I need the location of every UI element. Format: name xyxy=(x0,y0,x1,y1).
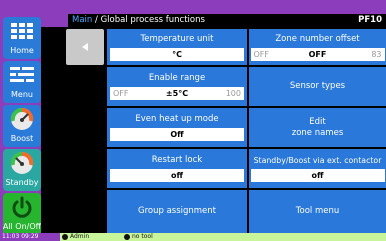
range-max: 83 xyxy=(371,49,382,59)
value-text: off xyxy=(311,171,324,180)
standby-boost-value[interactable]: off xyxy=(250,169,385,182)
value-text: ±5°C xyxy=(165,89,189,98)
restart-lock-tile[interactable]: Restart lock off xyxy=(107,149,247,188)
tile-label: Restart lock xyxy=(151,155,203,165)
tile-label: Zone number offset xyxy=(275,33,360,44)
power-icon xyxy=(3,193,41,221)
tool-status: no tool xyxy=(124,232,153,241)
tile-label: Enable range xyxy=(148,73,206,83)
tool-icon xyxy=(124,233,130,240)
tool-name: no tool xyxy=(132,233,153,240)
tool-menu-button[interactable]: Tool menu xyxy=(249,190,386,233)
sidebar-item-label: Boost xyxy=(10,134,34,143)
group-assignment-button[interactable]: Group assignment xyxy=(107,190,247,233)
tile-label: Standby/Boost via ext. contactor xyxy=(253,156,382,165)
menu-list-icon xyxy=(3,61,41,89)
tile-label: Group assignment xyxy=(137,206,217,216)
sidebar-item-label: Standby xyxy=(5,178,39,187)
title-bar: Main / Global process functions PF10 xyxy=(68,14,386,27)
value-text: off xyxy=(171,171,183,180)
sidebar-item-standby[interactable]: Standby xyxy=(3,149,41,191)
breadcrumb-separator: / xyxy=(92,15,101,25)
sidebar: Home Menu Boost Standby All On/Off xyxy=(0,15,41,235)
sidebar-item-label: Menu xyxy=(11,90,33,99)
temperature-unit-tile[interactable]: Temperature unit °C xyxy=(107,29,247,65)
sidebar-item-label: All On/Off xyxy=(3,222,41,231)
zone-number-offset-tile[interactable]: Zone number offset OFF OFF 83 xyxy=(249,29,386,65)
sidebar-item-label: Home xyxy=(10,46,34,55)
restart-lock-value[interactable]: off xyxy=(110,169,244,182)
standby-gauge-icon xyxy=(3,149,41,177)
user-name: Admin xyxy=(70,233,90,240)
sidebar-item-menu[interactable]: Menu xyxy=(3,61,41,103)
tile-label: Tool menu xyxy=(295,206,340,216)
back-button[interactable] xyxy=(66,29,104,65)
user-status: Admin xyxy=(62,232,89,241)
home-grid-icon xyxy=(3,17,41,45)
standby-boost-ext-contactor-tile[interactable]: Standby/Boost via ext. contactor off xyxy=(249,149,386,188)
sidebar-item-all-on-off[interactable]: All On/Off xyxy=(3,193,41,235)
datetime: 11:03 09:29 xyxy=(0,233,60,241)
edit-zone-names-button[interactable]: Edit zone names xyxy=(249,108,386,147)
tile-label: Temperature unit xyxy=(140,33,214,44)
enable-range-tile[interactable]: Enable range OFF ±5°C 100 xyxy=(107,67,247,106)
breadcrumb-root[interactable]: Main xyxy=(72,15,92,25)
temperature-unit-value[interactable]: °C xyxy=(110,47,244,61)
sidebar-item-home[interactable]: Home xyxy=(3,17,41,59)
value-text: °C xyxy=(172,49,182,59)
range-max: 100 xyxy=(225,89,241,98)
boost-gauge-icon xyxy=(3,105,41,133)
page-id: PF10 xyxy=(358,15,382,25)
sensor-types-button[interactable]: Sensor types xyxy=(249,67,386,106)
sidebar-item-boost[interactable]: Boost xyxy=(3,105,41,147)
breadcrumb: Main / Global process functions xyxy=(72,14,205,27)
range-min: OFF xyxy=(253,49,270,59)
user-icon xyxy=(62,233,68,240)
tile-label-line1: Edit xyxy=(309,116,326,127)
range-min: OFF xyxy=(113,89,129,98)
arrow-left-icon xyxy=(82,43,88,51)
tile-label-line2: zone names xyxy=(291,127,344,138)
tile-label: Sensor types xyxy=(289,81,346,91)
zone-number-offset-value[interactable]: OFF OFF 83 xyxy=(250,47,385,61)
enable-range-value[interactable]: OFF ±5°C 100 xyxy=(110,87,244,100)
tile-label: Even heat up mode xyxy=(135,114,219,124)
even-heat-up-mode-tile[interactable]: Even heat up mode Off xyxy=(107,108,247,147)
page-title: Global process functions xyxy=(100,15,205,25)
value-text: Off xyxy=(170,130,184,139)
even-heat-up-mode-value[interactable]: Off xyxy=(110,128,244,141)
value-text: OFF xyxy=(308,49,327,59)
status-bar: 11:03 09:29 Admin no tool xyxy=(0,233,386,241)
